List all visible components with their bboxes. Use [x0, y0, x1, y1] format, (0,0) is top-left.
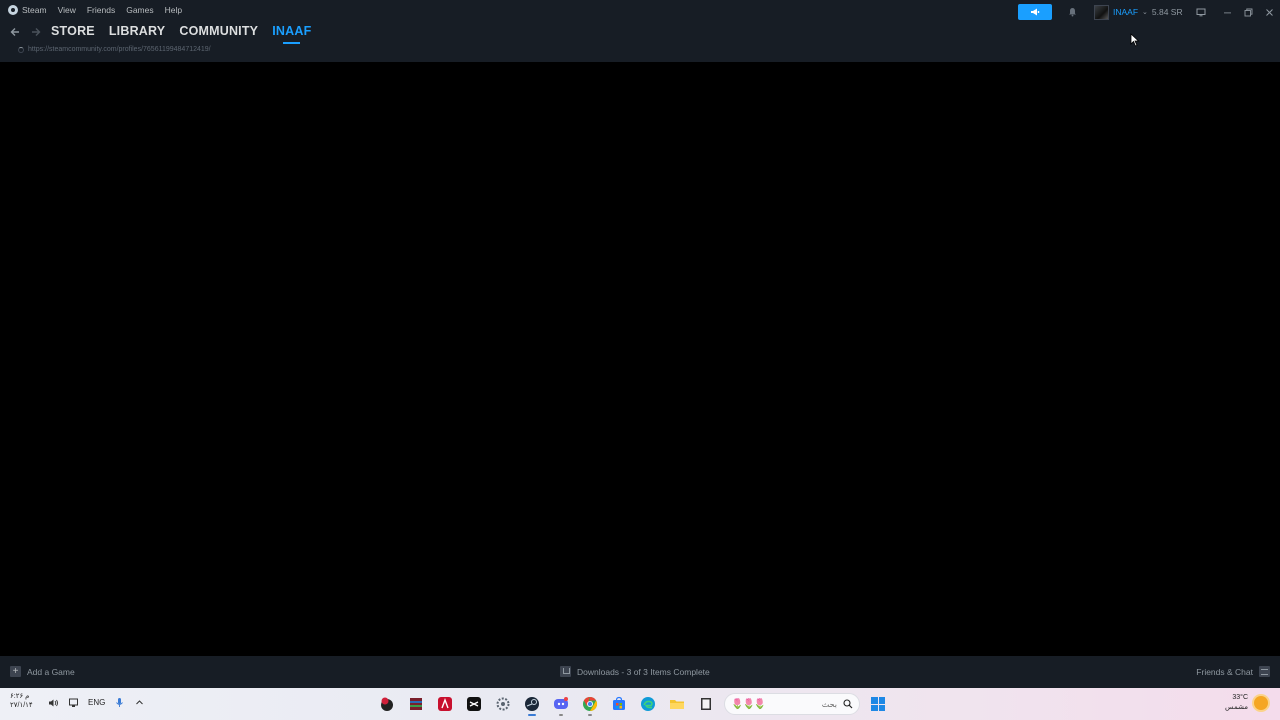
tab-profile[interactable]: INAAF — [272, 24, 311, 44]
forward-button[interactable] — [30, 26, 42, 41]
search-icon — [843, 699, 853, 709]
settings-app-button[interactable] — [492, 692, 514, 716]
close-icon — [1265, 8, 1273, 16]
search-placeholder: بحث — [821, 699, 837, 709]
menu-games[interactable]: Games — [126, 5, 153, 15]
winrar-icon — [410, 698, 422, 710]
edge-icon — [641, 697, 655, 711]
downloads-button[interactable]: Downloads - 3 of 3 Items Complete — [560, 666, 710, 677]
plus-icon: + — [10, 666, 21, 677]
minimize-button[interactable] — [1218, 4, 1236, 20]
steam-title-bar: Steam View Friends Games Help INAAF ⌄ 5.… — [0, 0, 1280, 24]
arrow-left-icon — [10, 28, 19, 36]
mouse-cursor-icon — [1130, 33, 1140, 47]
monitor-icon — [1196, 8, 1206, 16]
announcements-button[interactable] — [1018, 4, 1052, 20]
menu-friends[interactable]: Friends — [87, 5, 115, 15]
nav-tabs: STORE LIBRARY COMMUNITY INAAF — [51, 24, 311, 44]
notifications-button[interactable] — [1062, 4, 1082, 20]
acrobat-app-button[interactable] — [434, 692, 456, 716]
folder-icon — [670, 700, 684, 709]
avatar — [1094, 4, 1109, 20]
language-indicator[interactable]: ENG — [88, 698, 105, 707]
big-picture-button[interactable] — [1192, 4, 1210, 20]
clock-date: ۲۷/۱/۱۴ — [10, 702, 33, 709]
speaker-icon[interactable] — [48, 697, 59, 708]
steam-nav-bar: STORE LIBRARY COMMUNITY INAAF https://st… — [0, 24, 1280, 62]
terminal-icon — [701, 698, 711, 710]
taskbar-search[interactable]: 🌷🌷🌷 بحث — [724, 693, 860, 715]
tab-community[interactable]: COMMUNITY — [179, 24, 258, 42]
close-button[interactable] — [1260, 4, 1278, 20]
store-app-button[interactable] — [608, 692, 630, 716]
loading-spinner-icon — [18, 46, 24, 53]
steam-icon — [525, 697, 539, 711]
steam-menu: Steam View Friends Games Help — [8, 5, 182, 15]
steam-app-button[interactable] — [521, 692, 543, 716]
steam-logo-icon — [8, 5, 18, 15]
system-tray: ENG — [48, 697, 145, 708]
menu-steam[interactable]: Steam — [8, 5, 47, 15]
acrobat-icon — [438, 697, 452, 711]
menu-view[interactable]: View — [58, 5, 76, 15]
chrome-app-button[interactable] — [579, 692, 601, 716]
friends-chat-button[interactable]: Friends & Chat — [1196, 666, 1270, 677]
microphone-icon[interactable] — [114, 697, 125, 708]
windows-logo-icon — [871, 697, 885, 711]
start-button[interactable] — [867, 692, 889, 716]
edge-app-button[interactable] — [637, 692, 659, 716]
chat-icon — [1259, 666, 1270, 677]
mixed-reality-icon — [381, 697, 393, 711]
downloads-status: Downloads - 3 of 3 Items Complete — [577, 666, 710, 677]
weather-widget[interactable]: 33°C مشمس — [1225, 693, 1268, 713]
capcut-icon — [467, 697, 481, 711]
windows-taskbar: ۶:۲۶ م ۲۷/۱/۱۴ ENG 🌷🌷🌷 بحث 33°C مشمس — [0, 688, 1280, 720]
back-button[interactable] — [9, 26, 21, 41]
bell-icon — [1068, 8, 1076, 17]
download-icon — [560, 666, 571, 677]
network-icon[interactable] — [68, 697, 79, 708]
chevron-up-icon[interactable] — [134, 697, 145, 708]
account-menu[interactable]: INAAF ⌄ 5.84 SR — [1094, 4, 1183, 20]
sun-icon — [1254, 696, 1268, 710]
page-url: https://steamcommunity.com/profiles/7656… — [28, 46, 211, 53]
file-explorer-app-button[interactable] — [666, 692, 688, 716]
friends-chat-label: Friends & Chat — [1196, 666, 1253, 677]
steam-bottom-bar: + Add a Game Downloads - 3 of 3 Items Co… — [0, 656, 1280, 688]
discord-app-button[interactable] — [550, 692, 572, 716]
add-game-label: Add a Game — [27, 666, 75, 677]
tab-store[interactable]: STORE — [51, 24, 95, 42]
minimize-icon — [1223, 12, 1231, 13]
account-name: INAAF — [1113, 7, 1139, 17]
gear-icon — [496, 697, 510, 711]
add-game-button[interactable]: + Add a Game — [10, 666, 75, 677]
restore-icon — [1244, 8, 1252, 16]
arrow-right-icon — [32, 28, 41, 36]
winrar-app-button[interactable] — [405, 692, 427, 716]
weather-description: مشمس — [1225, 704, 1248, 711]
terminal-app-button[interactable] — [695, 692, 717, 716]
chevron-down-icon: ⌄ — [1142, 9, 1148, 16]
capcut-app-button[interactable] — [463, 692, 485, 716]
clock[interactable]: ۶:۲۶ م ۲۷/۱/۱۴ — [10, 692, 33, 710]
tulip-flowers-icon: 🌷🌷🌷 — [731, 698, 766, 710]
chrome-icon — [583, 696, 598, 712]
megaphone-icon — [1031, 8, 1040, 16]
discord-icon — [554, 697, 568, 709]
clock-time: ۶:۲۶ م — [10, 693, 30, 700]
menu-help[interactable]: Help — [165, 5, 182, 15]
url-bar: https://steamcommunity.com/profiles/7656… — [18, 46, 211, 53]
mixed-reality-app-button[interactable] — [376, 692, 398, 716]
store-bag-icon — [613, 696, 625, 710]
web-content-area — [0, 62, 1280, 656]
restore-button[interactable] — [1239, 4, 1257, 20]
weather-temperature: 33°C — [1232, 694, 1248, 701]
taskbar-apps: 🌷🌷🌷 بحث — [376, 692, 889, 716]
tab-library[interactable]: LIBRARY — [109, 24, 166, 42]
wallet-balance: 5.84 SR — [1151, 7, 1183, 17]
